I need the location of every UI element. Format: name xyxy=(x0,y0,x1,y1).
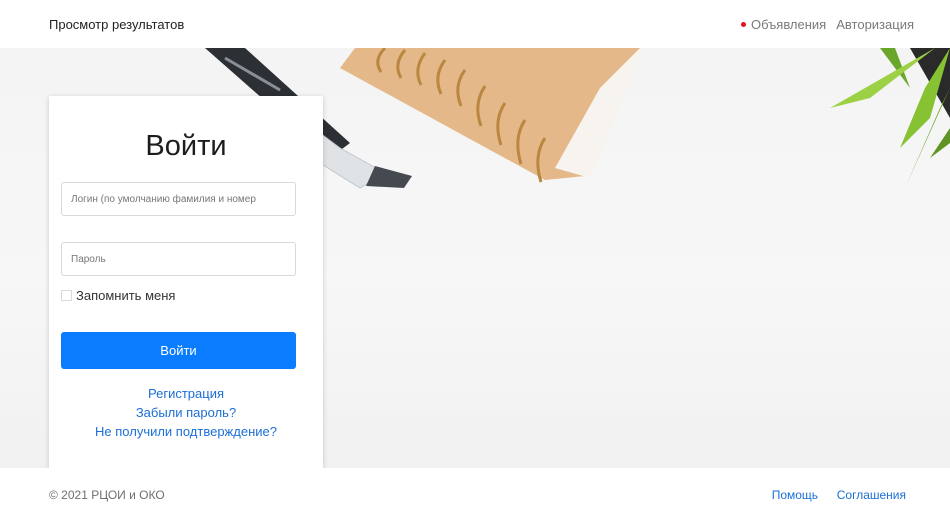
agreements-link[interactable]: Соглашения xyxy=(837,488,906,502)
auth-links: Регистрация Забыли пароль? Не получили п… xyxy=(49,384,323,441)
resend-confirmation-link[interactable]: Не получили подтверждение? xyxy=(49,422,323,441)
brand-link[interactable]: Просмотр результатов xyxy=(49,17,184,32)
footer: © 2021 РЦОИ и ОКО Помощь Соглашения xyxy=(0,468,950,508)
top-navbar: Просмотр результатов Объявления Авторизац… xyxy=(0,0,950,48)
password-input[interactable] xyxy=(61,242,296,276)
login-card: Войти Запомнить меня Войти Регистрация З… xyxy=(49,96,323,468)
login-input[interactable] xyxy=(61,182,296,216)
notebook-illustration xyxy=(340,48,640,183)
login-title: Войти xyxy=(145,130,227,162)
nav-links: Объявления Авторизация xyxy=(741,17,914,32)
nav-announcements-link[interactable]: Объявления xyxy=(741,17,826,32)
remember-me-checkbox[interactable] xyxy=(61,290,72,301)
notification-dot-icon xyxy=(741,22,747,27)
nav-authorization-link[interactable]: Авторизация xyxy=(836,17,914,32)
footer-links: Помощь Соглашения xyxy=(772,488,906,502)
register-link[interactable]: Регистрация xyxy=(49,384,323,403)
help-link[interactable]: Помощь xyxy=(772,488,818,502)
forgot-password-link[interactable]: Забыли пароль? xyxy=(49,403,323,422)
remember-me[interactable]: Запомнить меня xyxy=(61,288,175,303)
login-submit-button[interactable]: Войти xyxy=(61,332,296,369)
remember-me-label: Запомнить меня xyxy=(76,288,176,303)
plant-illustration xyxy=(830,48,950,188)
nav-announcements-label: Объявления xyxy=(751,17,827,32)
copyright-text: © 2021 РЦОИ и ОКО xyxy=(49,488,165,502)
